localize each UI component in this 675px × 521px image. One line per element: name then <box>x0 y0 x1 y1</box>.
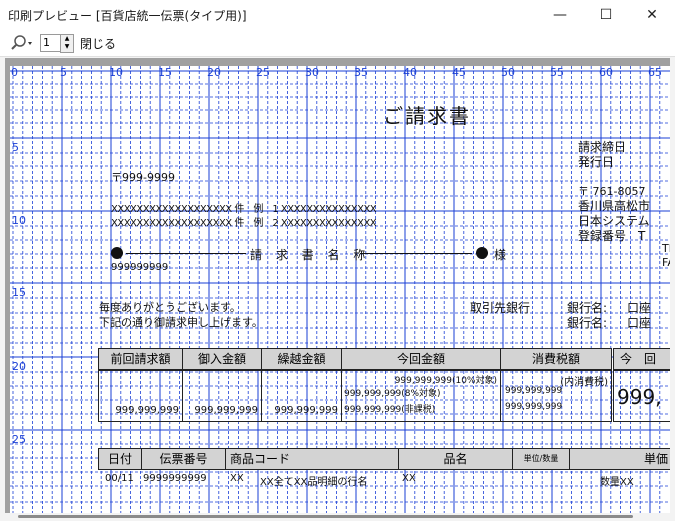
bank-label: 取引先銀行 <box>470 301 531 315</box>
current-amount: 999,999,999(8%対象) <box>344 389 441 399</box>
summary-cell: (内消費税) <box>500 370 612 422</box>
summary-header: 繰越金額 <box>261 348 342 370</box>
detail-header: 商品コード <box>225 448 399 470</box>
summary-header: 今回金額 <box>341 348 501 370</box>
summary-header: 前回請求額 <box>98 348 183 370</box>
ruler-tick: 25 <box>12 433 26 446</box>
detail-slip-no: 9999999999 <box>143 473 207 484</box>
layout-grid <box>10 66 670 513</box>
greeting-line-2: 下記の通り御請求申し上げます。 <box>99 316 263 329</box>
bullet-left-icon <box>111 247 123 259</box>
scrollbar-thumb[interactable] <box>18 515 633 518</box>
spin-up-icon[interactable]: ▲ <box>61 35 73 43</box>
detail-header: 品名 <box>398 448 513 470</box>
postal-code: 〒999-9999 <box>111 171 175 184</box>
ruler-tick: 40 <box>403 66 417 79</box>
ruler-tick: 55 <box>550 66 564 79</box>
ruler-tick: 45 <box>452 66 466 79</box>
tax-amount: (内消費税) <box>560 377 608 388</box>
invoice-title: ご請求書 <box>383 104 471 128</box>
window-title: 印刷プレビュー [百貨店統一伝票(タイプ用)] <box>8 9 247 23</box>
ruler-tick: 50 <box>501 66 515 79</box>
minimize-button[interactable]: — <box>537 0 583 30</box>
summary-cell: 999,999,999 <box>98 370 183 422</box>
total-amount: 999, <box>617 385 662 409</box>
ruler-tick: 60 <box>599 66 613 79</box>
payment-amount: 999,999,999 <box>194 405 258 416</box>
preview-canvas[interactable]: 0 5 10 15 20 25 30 35 40 45 50 55 60 65 … <box>5 58 670 513</box>
tax-amount: 999,999,999 <box>505 402 563 412</box>
detail-header: 単位/数量 <box>512 448 570 470</box>
ruler-tick: 0 <box>11 66 18 79</box>
previous-amount: 999,999,999 <box>115 405 179 416</box>
ruler-tick: 25 <box>256 66 270 79</box>
ruler-tick: 10 <box>109 66 123 79</box>
page-spinner[interactable]: ▲ ▼ <box>60 34 74 53</box>
ruler-tick: 30 <box>305 66 319 79</box>
ruler-tick: 5 <box>12 141 19 154</box>
magnifier-icon[interactable] <box>10 34 36 52</box>
page-number-input[interactable]: 1 <box>40 34 62 52</box>
current-amount: 999,999,999(10%対象) <box>394 376 497 386</box>
ruler-tick: 15 <box>12 286 26 299</box>
maximize-button[interactable]: ☐ <box>583 0 629 30</box>
detail-header: 伝票番号 <box>141 448 226 470</box>
recipient-name-label: 請 求 書 名 称 <box>250 248 371 262</box>
ruler-tick: 20 <box>12 360 26 373</box>
detail-product-name: XX全てXX品明細の行名 <box>260 477 368 488</box>
current-amount: 999,999,999(非課税) <box>344 405 436 415</box>
title-bar: 印刷プレビュー [百貨店統一伝票(タイプ用)] — ☐ ✕ <box>0 0 675 30</box>
tax-amount: 999,999,999 <box>505 386 563 396</box>
close-window-button[interactable]: ✕ <box>629 0 675 30</box>
recipient-line-right <box>360 253 472 254</box>
detail-product-code: XX <box>230 473 244 484</box>
summary-cell: 999, <box>613 370 670 422</box>
bullet-right-icon <box>476 247 488 259</box>
summary-cell: 999,999,999 <box>261 370 342 422</box>
registration-number: 登録番号 T <box>578 229 646 243</box>
invoice-page: 0 5 10 15 20 25 30 35 40 45 50 55 60 65 … <box>10 66 670 513</box>
ruler-tick: 35 <box>354 66 368 79</box>
tel-label: TEL <box>662 242 670 255</box>
address-line-1: XXXXXXXXXXXXXXXXXXX 件 例 1 XXXXXXXXXXXXXX… <box>111 204 377 215</box>
address-line-2: XXXXXXXXXXXXXXXXXXX 件 例 2 XXXXXXXXXXXXXX… <box>111 218 377 229</box>
detail-header: 単価 <box>569 448 670 470</box>
bank-name-2: 銀行名: <box>567 316 608 330</box>
fax-label: FAX <box>662 256 670 269</box>
spin-down-icon[interactable]: ▼ <box>61 43 73 51</box>
detail-date: 00/11 <box>105 473 134 484</box>
honorific: 様 <box>494 248 507 262</box>
toolbar: 1 ▲ ▼ 閉じる <box>0 30 675 57</box>
customer-code: 999999999 <box>111 262 169 273</box>
summary-cell: 999,999,999 <box>182 370 262 422</box>
greeting-line-1: 毎度ありがとうございます。 <box>99 301 241 314</box>
ruler-tick: 5 <box>60 66 67 79</box>
ruler-tick: 65 <box>648 66 662 79</box>
bank-account-2: 口座 <box>627 316 652 330</box>
summary-header: 御入金額 <box>182 348 262 370</box>
carryover-amount: 999,999,999 <box>274 405 338 416</box>
ruler-tick: 20 <box>207 66 221 79</box>
detail-quantity: 数量XX <box>600 477 634 488</box>
horizontal-scrollbar[interactable] <box>0 513 675 521</box>
issue-date-label: 発行日 <box>578 155 615 169</box>
ruler-tick: 15 <box>158 66 172 79</box>
ruler-tick: 10 <box>12 214 26 227</box>
summary-header: 今 回 <box>613 348 670 370</box>
summary-header: 消費税額 <box>500 348 612 370</box>
close-button[interactable]: 閉じる <box>80 35 116 52</box>
detail-header: 日付 <box>98 448 142 470</box>
recipient-line-left <box>126 253 246 254</box>
detail-unit: XX <box>402 473 416 484</box>
